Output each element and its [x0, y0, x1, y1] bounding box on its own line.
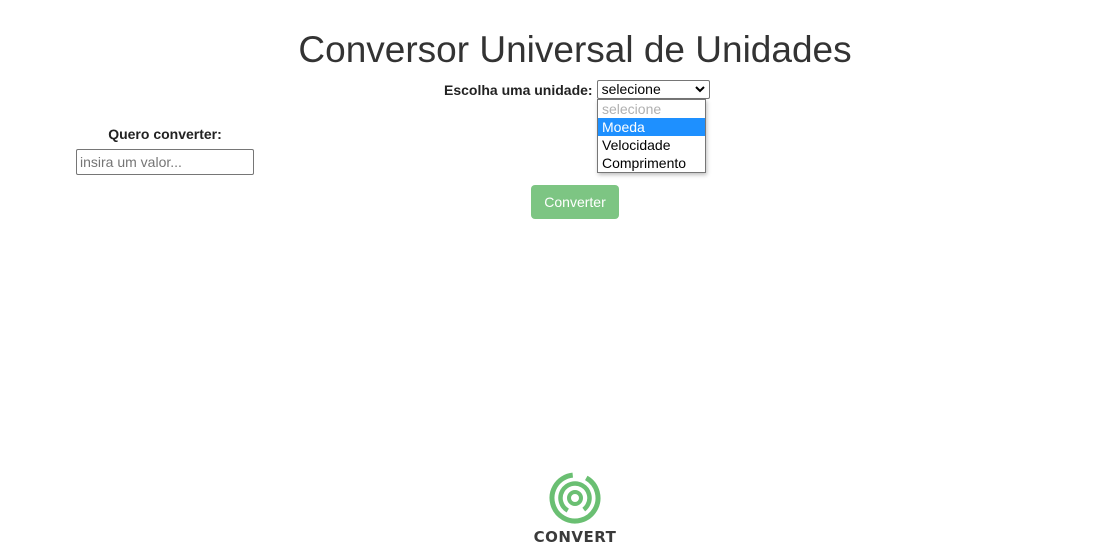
convert-input-group: Quero converter: — [76, 125, 254, 175]
option-comprimento[interactable]: Comprimento — [598, 154, 705, 172]
unit-select-label: Escolha uma unidade: — [444, 81, 593, 98]
option-moeda[interactable]: Moeda — [598, 118, 705, 136]
logo-text: CONVERT — [533, 528, 617, 546]
convert-logo: CONVERT — [530, 472, 620, 549]
unit-select-value: selecione — [601, 81, 661, 97]
convert-button[interactable]: Converter — [531, 185, 619, 219]
option-velocidade[interactable]: Velocidade — [598, 136, 705, 154]
unit-select-row: Escolha uma unidade: selecione — [444, 80, 710, 99]
convert-input-label: Quero converter: — [108, 126, 222, 142]
concentric-circles-logo-icon — [549, 472, 601, 524]
chevron-down-icon — [694, 86, 705, 93]
option-selecione: selecione — [602, 101, 662, 117]
value-input[interactable] — [76, 149, 254, 175]
page-title: Conversor Universal de Unidades — [298, 29, 852, 70]
unit-select-dropdown: selecione Moeda Velocidade Comprimento — [597, 99, 706, 173]
page: Conversor Universal de Unidades Escolha … — [0, 0, 1097, 549]
unit-select[interactable]: selecione — [596, 80, 710, 99]
